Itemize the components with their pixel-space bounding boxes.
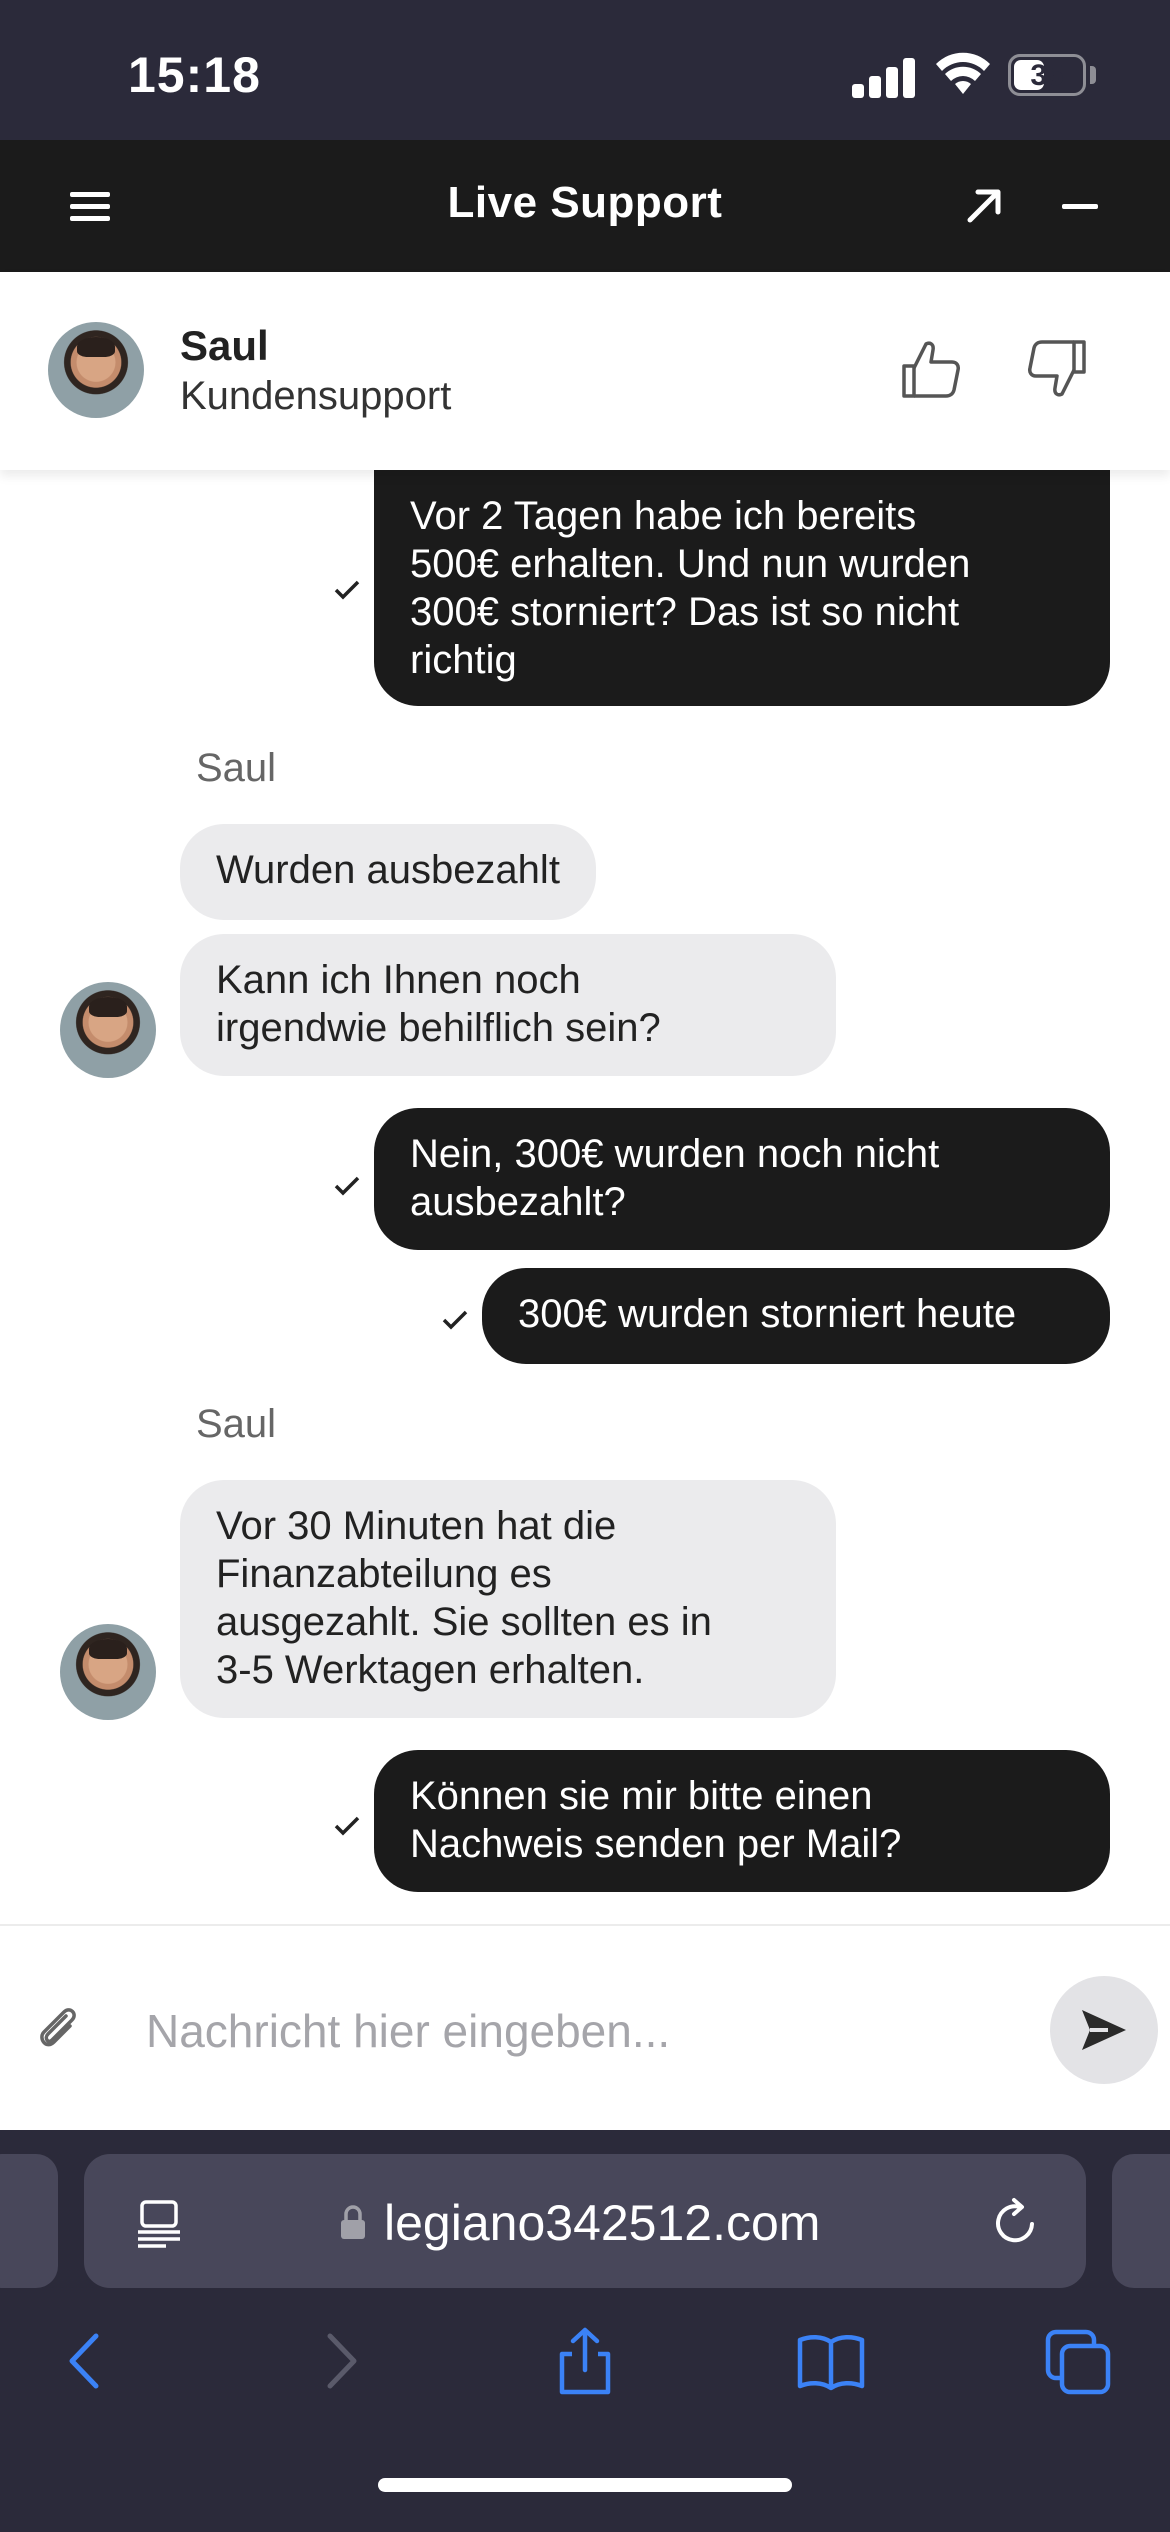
url-text: legiano342512.com: [384, 2195, 821, 2251]
minimize-icon[interactable]: [1062, 204, 1098, 209]
reload-icon[interactable]: [990, 2196, 1040, 2248]
agent-message: Vor 30 Minuten hat die Finanzabteilung e…: [180, 1480, 836, 1718]
status-time: 15:18: [128, 47, 261, 103]
forward-icon[interactable]: [304, 2326, 374, 2396]
bookmarks-icon[interactable]: [796, 2326, 866, 2396]
url-bar[interactable]: legiano342512.com: [84, 2154, 1086, 2288]
home-indicator[interactable]: [378, 2478, 792, 2492]
send-button[interactable]: [1050, 1976, 1158, 2084]
checkmark-icon: [334, 580, 360, 600]
tabs-icon[interactable]: [1044, 2326, 1114, 2396]
back-icon[interactable]: [52, 2326, 122, 2396]
composer: [0, 1924, 1170, 2130]
battery-nub: [1090, 66, 1096, 84]
battery-level: 35: [1030, 59, 1064, 92]
checkmark-icon: [334, 1816, 360, 1836]
user-message: 300€ wurden storniert heute: [482, 1268, 1110, 1364]
agent-bar: Saul Kundensupport: [0, 272, 1170, 470]
browser-chrome: legiano342512.com: [0, 2130, 1170, 2532]
thumbs-up-icon[interactable]: [900, 338, 962, 400]
agent-role: Kundensupport: [180, 374, 452, 418]
previous-tab-preview[interactable]: [0, 2154, 58, 2288]
status-bar: 15:18 35: [0, 0, 1170, 140]
cellular-signal-icon: [852, 58, 916, 98]
sender-name: Saul: [196, 746, 277, 790]
agent-message: Kann ich Ihnen noch irgendwie behilflich…: [180, 934, 836, 1076]
chat-header: Live Support: [0, 140, 1170, 272]
expand-icon[interactable]: [962, 184, 1006, 228]
thumbs-down-icon[interactable]: [1026, 338, 1088, 400]
user-message: Können sie mir bitte einen Nachweis send…: [374, 1750, 1110, 1892]
agent-name: Saul: [180, 322, 269, 369]
screen: 15:18 35 Live Support Saul Kundensupport…: [0, 0, 1170, 2532]
share-icon[interactable]: [550, 2326, 620, 2396]
checkmark-icon: [334, 1176, 360, 1196]
user-message: Nein, 300€ wurden noch nicht ausbezahlt?: [374, 1108, 1110, 1250]
paperclip-icon[interactable]: [36, 2002, 80, 2052]
message-input[interactable]: [146, 1986, 1026, 2076]
user-message: Vor 2 Tagen habe ich bereits 500€ erhalt…: [374, 470, 1110, 706]
send-icon: [1082, 2010, 1126, 2050]
sender-name: Saul: [196, 1402, 277, 1446]
reader-icon[interactable]: [136, 2198, 182, 2248]
wifi-icon: [936, 52, 990, 94]
checkmark-icon: [442, 1310, 468, 1330]
agent-avatar: [60, 1624, 156, 1720]
lock-icon: [341, 2205, 365, 2239]
next-tab-preview[interactable]: [1112, 2154, 1170, 2288]
message-list[interactable]: Vor 2 Tagen habe ich bereits 500€ erhalt…: [0, 470, 1170, 1924]
agent-avatar: [60, 982, 156, 1078]
agent-avatar: [48, 322, 144, 418]
battery-icon: 35: [1008, 54, 1086, 96]
agent-message: Wurden ausbezahlt: [180, 824, 596, 920]
